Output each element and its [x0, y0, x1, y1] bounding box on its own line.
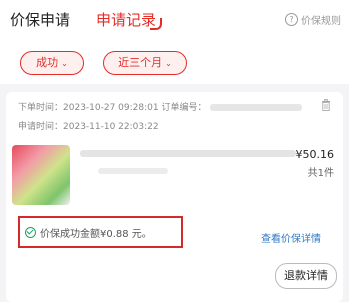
- help-icon: ?: [285, 13, 298, 26]
- view-price-protection-details-link[interactable]: 查看价保详情: [261, 230, 321, 245]
- period-filter-label: 近三个月: [118, 56, 163, 69]
- product-title-redacted: [80, 150, 296, 157]
- record-card: 下单时间：2023-10-27 09:28:01 订单编号： 申请时间：2023…: [6, 92, 343, 302]
- tab-apply-records[interactable]: 申请记录: [96, 9, 156, 30]
- product-price: ¥50.16: [295, 148, 335, 161]
- order-info: 下单时间：2023-10-27 09:28:01 订单编号：: [18, 100, 302, 113]
- apply-time: 2023-11-10 22:03:22: [63, 122, 159, 132]
- apply-info: 申请时间：2023-11-10 22:03:22: [18, 119, 159, 132]
- product-subtitle-redacted: [98, 168, 168, 174]
- chevron-down-icon: ⌄: [61, 59, 68, 68]
- order-time: 2023-10-27 09:28:01: [63, 103, 159, 113]
- tab-price-protection[interactable]: 价保申请: [10, 9, 70, 30]
- period-filter[interactable]: 近三个月 ⌄: [103, 51, 187, 75]
- order-number-redacted: [209, 104, 302, 111]
- order-time-label: 下单时间：: [18, 103, 64, 113]
- rules-link[interactable]: ? 价保规则: [285, 12, 341, 27]
- price-protection-success: 价保成功金额¥0.88 元。: [18, 216, 183, 248]
- rules-label: 价保规则: [301, 16, 341, 27]
- status-filter[interactable]: 成功 ⌄: [20, 51, 84, 75]
- apply-time-label: 申请时间：: [18, 122, 64, 132]
- product-quantity: 共1件: [307, 168, 334, 179]
- product-thumbnail[interactable]: [12, 145, 70, 205]
- refund-details-button[interactable]: 退款详情: [275, 263, 337, 289]
- status-filter-label: 成功: [36, 56, 59, 69]
- success-amount-text: 价保成功金额¥0.88 元。: [40, 228, 152, 240]
- order-no-label: 订单编号：: [161, 103, 207, 113]
- chevron-down-icon: ⌄: [165, 59, 172, 68]
- active-tab-indicator: [150, 18, 162, 30]
- check-circle-icon: [25, 226, 36, 238]
- top-bar: 价保申请 申请记录 ? 价保规则 成功 ⌄ 近三个月 ⌄: [0, 0, 349, 84]
- trash-icon[interactable]: [321, 99, 331, 111]
